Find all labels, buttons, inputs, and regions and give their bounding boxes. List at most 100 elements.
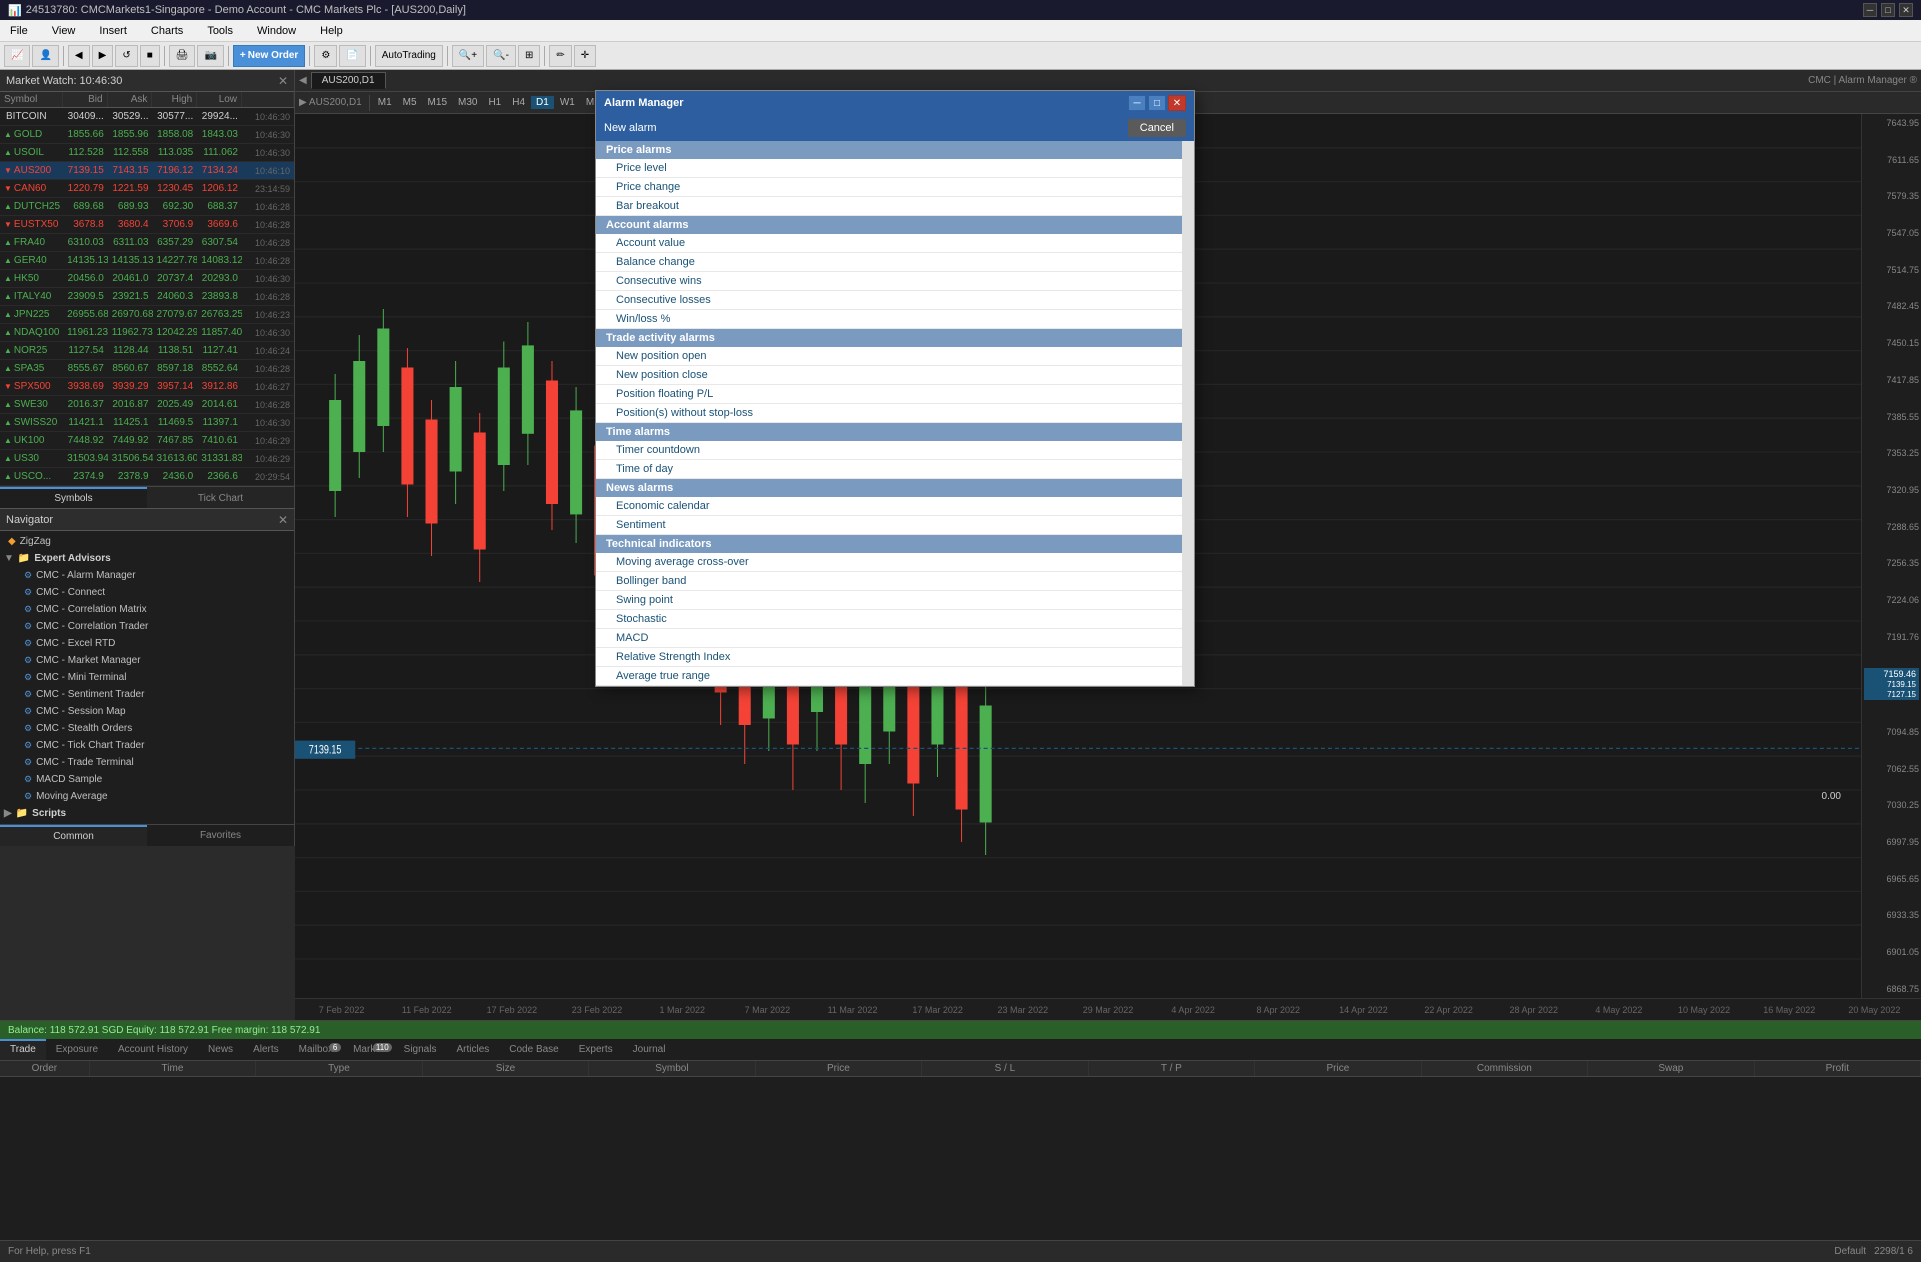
navigator-close[interactable]: ✕ (278, 513, 288, 527)
mw-row-swiss20[interactable]: ▲ SWISS20 11421.1 11425.1 11469.5 11397.… (0, 414, 294, 432)
alarm-dialog-controls[interactable]: ─ □ ✕ (1128, 95, 1186, 111)
alarm-item-1-2[interactable]: Consecutive wins (596, 272, 1182, 291)
mw-row-us30[interactable]: ▲ US30 31503.94 31506.54 31613.60 31331.… (0, 450, 294, 468)
zoom-out-button[interactable]: 🔍- (486, 45, 516, 67)
alarm-close-button[interactable]: ✕ (1168, 95, 1186, 111)
mw-row-usco...[interactable]: ▲ USCO... 2374.9 2378.9 2436.0 2366.6 20… (0, 468, 294, 486)
alarm-item-1-1[interactable]: Balance change (596, 253, 1182, 272)
bottom-tab-news[interactable]: News (198, 1039, 243, 1060)
alarm-item-5-0[interactable]: Moving average cross-over (596, 553, 1182, 572)
alarm-minimize-button[interactable]: ─ (1128, 95, 1146, 111)
screenshot-button[interactable]: 📷 (197, 45, 223, 67)
alarm-item-2-0[interactable]: New position open (596, 347, 1182, 366)
alarm-item-2-1[interactable]: New position close (596, 366, 1182, 385)
bottom-tab-exposure[interactable]: Exposure (46, 1039, 108, 1060)
chart-props-button[interactable]: ⚙ (314, 45, 337, 67)
mw-row-uk100[interactable]: ▲ UK100 7448.92 7449.92 7467.85 7410.61 … (0, 432, 294, 450)
nav-cmc-excel-rtd[interactable]: ⚙ CMC - Excel RTD (0, 635, 294, 652)
market-watch-scroll[interactable]: BITCOIN 30409... 30529... 30577... 29924… (0, 108, 294, 486)
mw-row-gold[interactable]: ▲ GOLD 1855.66 1855.96 1858.08 1843.03 1… (0, 126, 294, 144)
mw-row-eustx50[interactable]: ▼ EUSTX50 3678.8 3680.4 3706.9 3669.6 10… (0, 216, 294, 234)
nav-cmc-connect[interactable]: ⚙ CMC - Connect (0, 584, 294, 601)
bottom-tab-mailbox[interactable]: Mailbox6 (289, 1039, 343, 1060)
bottom-tab-trade[interactable]: Trade (0, 1039, 46, 1060)
nav-macd-sample[interactable]: ⚙ MACD Sample (0, 771, 294, 788)
bottom-tab-code-base[interactable]: Code Base (499, 1039, 568, 1060)
mw-row-spa35[interactable]: ▲ SPA35 8555.67 8560.67 8597.18 8552.64 … (0, 360, 294, 378)
alarm-item-0-1[interactable]: Price change (596, 178, 1182, 197)
alarm-item-5-5[interactable]: Relative Strength Index (596, 648, 1182, 667)
menu-charts[interactable]: Charts (145, 23, 189, 39)
menu-window[interactable]: Window (251, 23, 302, 39)
alarm-item-1-3[interactable]: Consecutive losses (596, 291, 1182, 310)
alarm-item-5-1[interactable]: Bollinger band (596, 572, 1182, 591)
nav-folder-expert-advisors[interactable]: ▼ 📁 Expert Advisors (0, 550, 294, 567)
menu-file[interactable]: File (4, 23, 34, 39)
minimize-button[interactable]: ─ (1863, 3, 1877, 17)
fit-button[interactable]: ⊞ (518, 45, 540, 67)
tab-favorites[interactable]: Favorites (147, 825, 294, 846)
profiles-button[interactable]: 👤 (32, 45, 58, 67)
nav-cmc-tick-chart[interactable]: ⚙ CMC - Tick Chart Trader (0, 737, 294, 754)
bottom-tab-journal[interactable]: Journal (623, 1039, 676, 1060)
alarm-item-0-2[interactable]: Bar breakout (596, 197, 1182, 216)
alarm-cancel-button[interactable]: Cancel (1128, 119, 1186, 137)
bottom-tab-account-history[interactable]: Account History (108, 1039, 198, 1060)
alarm-item-3-0[interactable]: Timer countdown (596, 441, 1182, 460)
alarm-item-5-4[interactable]: MACD (596, 629, 1182, 648)
bottom-tab-experts[interactable]: Experts (569, 1039, 623, 1060)
mw-row-nor25[interactable]: ▲ NOR25 1127.54 1128.44 1138.51 1127.41 … (0, 342, 294, 360)
draw-button[interactable]: ✏ (549, 45, 571, 67)
mw-row-aus200[interactable]: ▼ AUS200 7139.15 7143.15 7196.12 7134.24… (0, 162, 294, 180)
alarm-item-1-4[interactable]: Win/loss % (596, 310, 1182, 329)
mw-row-italy40[interactable]: ▲ ITALY40 23909.5 23921.5 24060.3 23893.… (0, 288, 294, 306)
alarm-item-1-0[interactable]: Account value (596, 234, 1182, 253)
tab-tick-chart[interactable]: Tick Chart (147, 487, 294, 508)
alarm-item-5-2[interactable]: Swing point (596, 591, 1182, 610)
menu-insert[interactable]: Insert (93, 23, 133, 39)
mw-row-jpn225[interactable]: ▲ JPN225 26955.68 26970.68 27079.67 2676… (0, 306, 294, 324)
mw-row-can60[interactable]: ▼ CAN60 1220.79 1221.59 1230.45 1206.12 … (0, 180, 294, 198)
alarm-item-2-2[interactable]: Position floating P/L (596, 385, 1182, 404)
alarm-body[interactable]: Price alarmsPrice levelPrice changeBar b… (596, 141, 1182, 686)
alarm-item-4-0[interactable]: Economic calendar (596, 497, 1182, 516)
nav-folder-scripts[interactable]: ▶ 📁 Scripts (0, 805, 294, 822)
alarm-item-0-0[interactable]: Price level (596, 159, 1182, 178)
nav-cmc-trade-terminal[interactable]: ⚙ CMC - Trade Terminal (0, 754, 294, 771)
market-watch-close[interactable]: ✕ (278, 74, 288, 88)
title-bar-controls[interactable]: ─ □ ✕ (1863, 3, 1913, 17)
alarm-item-5-6[interactable]: Average true range (596, 667, 1182, 686)
tab-common[interactable]: Common (0, 825, 147, 846)
nav-moving-average[interactable]: ⚙ Moving Average (0, 788, 294, 805)
print-button[interactable]: 🖨 (169, 45, 196, 67)
crosshair-button[interactable]: ✛ (574, 45, 596, 67)
menu-view[interactable]: View (46, 23, 82, 39)
nav-cmc-corr-matrix[interactable]: ⚙ CMC - Correlation Matrix (0, 601, 294, 618)
alarm-item-3-1[interactable]: Time of day (596, 460, 1182, 479)
bottom-tab-articles[interactable]: Articles (446, 1039, 499, 1060)
nav-cmc-sentiment-trader[interactable]: ⚙ CMC - Sentiment Trader (0, 686, 294, 703)
nav-cmc-stealth-orders[interactable]: ⚙ CMC - Stealth Orders (0, 720, 294, 737)
nav-cmc-alarm-manager[interactable]: ⚙ CMC - Alarm Manager (0, 567, 294, 584)
bottom-tab-market[interactable]: Market110 (343, 1039, 394, 1060)
templates-button[interactable]: 📄 (339, 45, 365, 67)
mw-row-swe30[interactable]: ▲ SWE30 2016.37 2016.87 2025.49 2014.61 … (0, 396, 294, 414)
nav-cmc-session-map[interactable]: ⚙ CMC - Session Map (0, 703, 294, 720)
nav-cmc-market-manager[interactable]: ⚙ CMC - Market Manager (0, 652, 294, 669)
bottom-tab-signals[interactable]: Signals (394, 1039, 447, 1060)
mw-row-dutch25[interactable]: ▲ DUTCH25 689.68 689.93 692.30 688.37 10… (0, 198, 294, 216)
new-order-button[interactable]: + New Order (233, 45, 305, 67)
mw-row-hk50[interactable]: ▲ HK50 20456.0 20461.0 20737.4 20293.0 1… (0, 270, 294, 288)
alarm-item-2-3[interactable]: Position(s) without stop-loss (596, 404, 1182, 423)
close-button[interactable]: ✕ (1899, 3, 1913, 17)
mw-row-bitcoin[interactable]: BITCOIN 30409... 30529... 30577... 29924… (0, 108, 294, 126)
mw-row-spx500[interactable]: ▼ SPX500 3938.69 3939.29 3957.14 3912.86… (0, 378, 294, 396)
menu-tools[interactable]: Tools (201, 23, 239, 39)
mw-row-ndaq100[interactable]: ▲ NDAQ100 11961.23 11962.73 12042.29 118… (0, 324, 294, 342)
new-chart-button[interactable]: 📈 (4, 45, 30, 67)
mw-row-ger40[interactable]: ▲ GER40 14135.13 14135.13 14227.78 14083… (0, 252, 294, 270)
nav-zigzag[interactable]: ◆ ZigZag (0, 533, 294, 550)
maximize-button[interactable]: □ (1881, 3, 1895, 17)
nav-cmc-corr-trader[interactable]: ⚙ CMC - Correlation Trader (0, 618, 294, 635)
forward-button[interactable]: ▶ (92, 45, 114, 67)
